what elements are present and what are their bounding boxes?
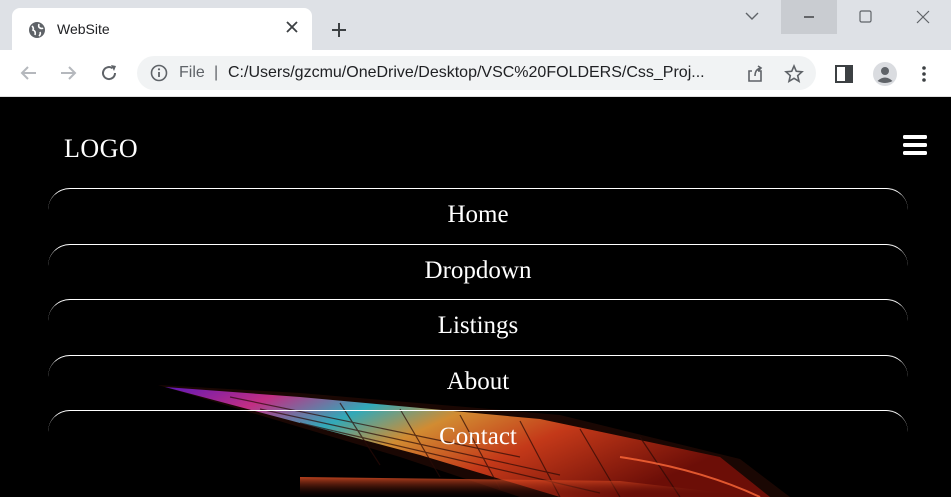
- tab-strip: WebSite: [0, 0, 951, 50]
- page-viewport: LOGO Home Dropdown Listings About Contac…: [0, 97, 951, 497]
- globe-icon: [29, 22, 45, 38]
- tab-title: WebSite: [57, 21, 110, 37]
- new-tab-icon[interactable]: [330, 21, 348, 39]
- nav-item-listings[interactable]: Listings: [48, 299, 908, 355]
- nav-item-dropdown[interactable]: Dropdown: [48, 243, 908, 300]
- profile-icon[interactable]: [873, 62, 897, 86]
- reload-icon[interactable]: [99, 63, 119, 83]
- kebab-menu-icon[interactable]: [913, 63, 935, 85]
- back-icon[interactable]: [19, 63, 39, 83]
- maximize-button[interactable]: [837, 0, 893, 34]
- nav-item-home[interactable]: Home: [48, 188, 908, 244]
- nav-item-contact[interactable]: Contact: [48, 410, 908, 466]
- browser-toolbar: File | C:/Users/gzcmu/OneDrive/Desktop/V…: [0, 50, 951, 97]
- url-scheme-label: File: [179, 64, 205, 81]
- close-icon: [916, 10, 930, 24]
- url-text[interactable]: C:/Users/gzcmu/OneDrive/Desktop/VSC%20FO…: [228, 64, 705, 82]
- nav-menu: Home Dropdown Listings About Contact: [48, 188, 908, 466]
- hamburger-icon[interactable]: [903, 134, 927, 156]
- close-tab-icon[interactable]: [284, 19, 300, 35]
- browser-tab[interactable]: WebSite: [12, 8, 312, 50]
- address-bar[interactable]: File | C:/Users/gzcmu/OneDrive/Desktop/V…: [137, 56, 816, 90]
- minimize-button[interactable]: [781, 0, 837, 34]
- chevron-down-icon: [745, 12, 759, 20]
- nav-item-about[interactable]: About: [48, 354, 908, 411]
- share-icon[interactable]: [745, 64, 765, 84]
- minimize-icon: [804, 16, 814, 18]
- star-icon[interactable]: [784, 64, 804, 84]
- close-window-button[interactable]: [895, 0, 951, 34]
- url-separator: |: [214, 64, 219, 81]
- forward-icon[interactable]: [58, 63, 78, 83]
- tab-search-button[interactable]: [724, 0, 780, 34]
- maximize-icon: [859, 10, 872, 23]
- side-panel-icon[interactable]: [833, 63, 855, 85]
- site-logo[interactable]: LOGO: [64, 134, 138, 164]
- info-icon[interactable]: [150, 64, 168, 82]
